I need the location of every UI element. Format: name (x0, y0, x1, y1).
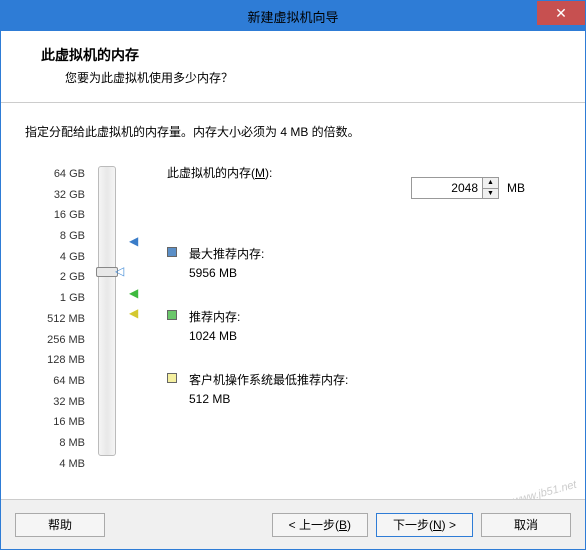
min-rec-value: 512 MB (189, 392, 348, 406)
triangle-left-icon: ◀ (129, 234, 138, 248)
wizard-header: 此虚拟机的内存 您要为此虚拟机使用多少内存？ (1, 31, 585, 103)
spinner-down-icon[interactable]: ▼ (483, 189, 498, 199)
scale-label: 4 MB (59, 454, 85, 475)
memory-markers: ◀ ◁ ◀ ◀ (129, 164, 147, 474)
max-recommended-row: 最大推荐内存: 5956 MB (167, 245, 561, 280)
scale-label: 16 GB (54, 205, 85, 226)
triangle-left-icon: ◀ (129, 306, 138, 320)
scale-label: 8 MB (59, 433, 85, 454)
back-button[interactable]: < 上一步(B) (272, 513, 368, 537)
window-title: 新建虚拟机向导 (247, 7, 338, 26)
rec-value: 1024 MB (189, 329, 240, 343)
scale-label: 8 GB (60, 226, 85, 247)
memory-input[interactable] (411, 177, 483, 199)
cancel-button[interactable]: 取消 (481, 513, 571, 537)
wizard-footer: 帮助 < 上一步(B) 下一步(N) > 取消 (1, 499, 585, 549)
square-icon (167, 247, 177, 257)
min-recommended-row: 客户机操作系统最低推荐内存: 512 MB (167, 371, 561, 406)
close-icon: ✕ (555, 5, 567, 22)
rec-label: 推荐内存: (189, 308, 240, 325)
wizard-window: 新建虚拟机向导 ✕ 此虚拟机的内存 您要为此虚拟机使用多少内存？ 指定分配给此虚… (0, 0, 586, 550)
titlebar[interactable]: 新建虚拟机向导 ✕ (1, 1, 585, 31)
scale-label: 16 MB (53, 412, 85, 433)
max-rec-value: 5956 MB (189, 266, 264, 280)
slider-track[interactable] (98, 166, 116, 456)
rec-text: 推荐内存: 1024 MB (189, 308, 240, 343)
scale-label: 32 MB (53, 392, 85, 413)
scale-label: 1 GB (60, 288, 85, 309)
wizard-body: 指定分配给此虚拟机的内存量。内存大小必须为 4 MB 的倍数。 64 GB 32… (1, 103, 585, 474)
recommended-row: 推荐内存: 1024 MB (167, 308, 561, 343)
description-text: 指定分配给此虚拟机的内存量。内存大小必须为 4 MB 的倍数。 (25, 123, 561, 140)
memory-spinner[interactable]: ▲ ▼ (483, 177, 499, 199)
memory-info: 此虚拟机的内存(M): 最大推荐内存: 5956 MB 推荐内存: 1024 M… (157, 164, 561, 474)
next-button[interactable]: 下一步(N) > (376, 513, 473, 537)
triangle-left-icon: ◀ (129, 286, 138, 300)
page-title: 此虚拟机的内存 (41, 45, 565, 65)
scale-label: 128 MB (47, 350, 85, 371)
scale-label: 2 GB (60, 267, 85, 288)
memory-config-area: 64 GB 32 GB 16 GB 8 GB 4 GB 2 GB 1 GB 51… (25, 164, 561, 474)
max-rec-label: 最大推荐内存: (189, 245, 264, 262)
memory-scale-labels: 64 GB 32 GB 16 GB 8 GB 4 GB 2 GB 1 GB 51… (25, 164, 85, 474)
memory-input-group: ▲ ▼ MB (411, 177, 525, 199)
close-button[interactable]: ✕ (537, 1, 585, 25)
memory-unit: MB (507, 181, 525, 195)
triangle-left-icon: ◁ (115, 264, 124, 278)
square-icon (167, 310, 177, 320)
scale-label: 32 GB (54, 185, 85, 206)
square-icon (167, 373, 177, 383)
scale-label: 4 GB (60, 247, 85, 268)
rec-text: 最大推荐内存: 5956 MB (189, 245, 264, 280)
page-subtitle: 您要为此虚拟机使用多少内存？ (41, 69, 565, 86)
scale-label: 64 MB (53, 371, 85, 392)
rec-text: 客户机操作系统最低推荐内存: 512 MB (189, 371, 348, 406)
help-button[interactable]: 帮助 (15, 513, 105, 537)
scale-label: 256 MB (47, 330, 85, 351)
memory-slider[interactable] (95, 164, 119, 474)
min-rec-label: 客户机操作系统最低推荐内存: (189, 371, 348, 388)
memory-field-label: 此虚拟机的内存(M): (167, 164, 272, 181)
scale-label: 64 GB (54, 164, 85, 185)
spinner-up-icon[interactable]: ▲ (483, 178, 498, 189)
scale-label: 512 MB (47, 309, 85, 330)
